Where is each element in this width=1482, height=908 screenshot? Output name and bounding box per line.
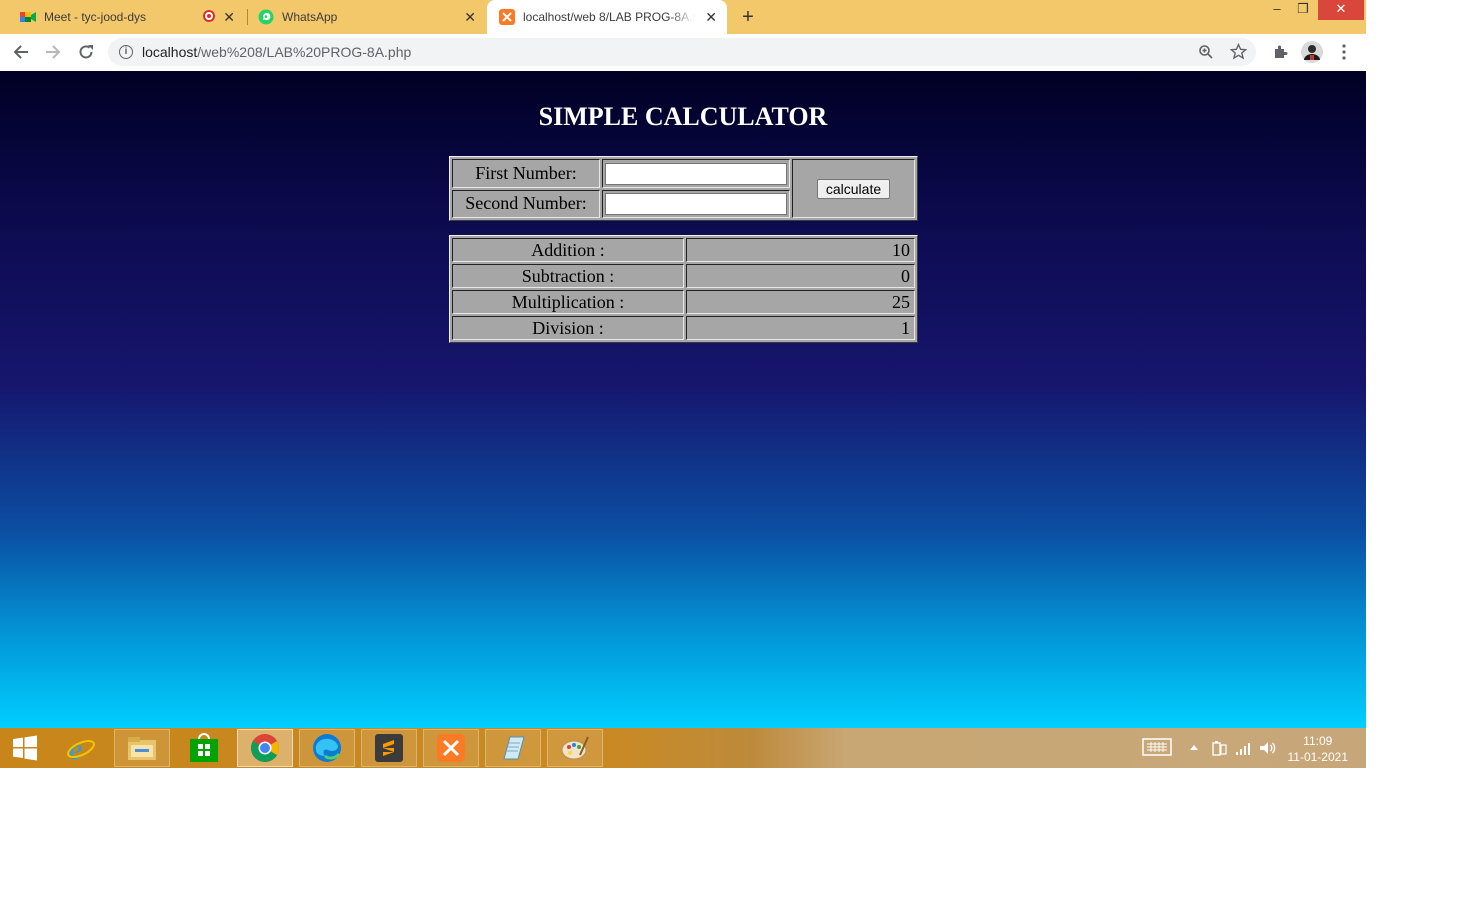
address-bar[interactable]: i localhost/web%208/LAB%20PROG-8A.php — [108, 38, 1256, 66]
taskbar: e 11:09 11-01-2021 — [0, 728, 1366, 768]
chevron-up-icon[interactable] — [1189, 740, 1199, 756]
close-icon[interactable]: ✕ — [464, 9, 476, 25]
page-title: SIMPLE CALCULATOR — [538, 102, 828, 131]
sublime-text-icon[interactable] — [361, 729, 417, 767]
back-arrow-icon[interactable] — [11, 42, 31, 62]
division-value: 1 — [686, 316, 915, 340]
results-table: Addition : 10 Subtraction : 0 Multiplica… — [449, 235, 918, 343]
clock-time: 11:09 — [1303, 734, 1333, 748]
menu-kebab-icon[interactable] — [1334, 42, 1354, 62]
url-host: localhost — [142, 44, 198, 60]
url-path: /web%208/LAB%20PROG-8A.php — [197, 44, 412, 60]
tab-whatsapp[interactable]: WhatsApp ✕ — [238, 0, 486, 34]
zoom-icon[interactable] — [1198, 44, 1214, 65]
extensions-icon[interactable] — [1270, 42, 1290, 62]
reload-icon[interactable] — [76, 42, 96, 62]
minimize-button[interactable]: – — [1264, 0, 1290, 20]
screen: Meet - tyc-jood-dys ✕ WhatsApp ✕ localho… — [0, 0, 1366, 768]
chrome-icon[interactable] — [237, 729, 293, 767]
bookmark-star-icon[interactable] — [1229, 42, 1248, 65]
result-row-subtraction: Subtraction : 0 — [452, 264, 915, 288]
whatsapp-icon — [258, 9, 274, 25]
result-row-addition: Addition : 10 — [452, 238, 915, 262]
tab-meet[interactable]: Meet - tyc-jood-dys ✕ — [0, 0, 245, 34]
tab-localhost[interactable]: localhost/web 8/LAB PROG-8A.php ✕ — [487, 0, 727, 34]
info-icon[interactable]: i — [119, 45, 133, 59]
clock[interactable]: 11:09 11-01-2021 — [1288, 733, 1349, 765]
start-icon[interactable] — [0, 729, 50, 767]
second-number-label: Second Number: — [452, 189, 600, 218]
google-meet-icon — [20, 9, 36, 25]
button-cell: calculate — [792, 159, 915, 218]
result-row-multiplication: Multiplication : 25 — [452, 290, 915, 314]
xampp-icon[interactable] — [423, 729, 479, 767]
subtraction-label: Subtraction : — [452, 264, 684, 288]
system-tray: 11:09 11-01-2021 — [1136, 728, 1366, 768]
second-number-cell — [602, 189, 790, 218]
file-explorer-icon[interactable] — [114, 729, 170, 767]
multiplication-value: 25 — [686, 290, 915, 314]
notepad-icon[interactable] — [485, 729, 541, 767]
paint-icon[interactable] — [547, 729, 603, 767]
calculate-button[interactable]: calculate — [816, 179, 891, 199]
window-close-button[interactable]: ✕ — [1318, 0, 1364, 20]
clock-date: 11-01-2021 — [1287, 750, 1349, 764]
page-viewport: SIMPLE CALCULATOR First Number: calculat… — [0, 71, 1366, 728]
new-tab-button[interactable]: + — [737, 6, 759, 28]
first-number-label: First Number: — [452, 159, 600, 188]
second-number-input[interactable] — [605, 193, 787, 215]
division-label: Division : — [452, 316, 684, 340]
subtraction-value: 0 — [686, 264, 915, 288]
tab-title: Meet - tyc-jood-dys — [44, 10, 147, 24]
internet-explorer-icon[interactable]: e — [53, 729, 109, 767]
tab-strip: Meet - tyc-jood-dys ✕ WhatsApp ✕ localho… — [0, 0, 1366, 34]
battery-icon[interactable] — [1211, 740, 1227, 756]
profile-avatar-icon[interactable] — [1301, 41, 1323, 63]
volume-icon[interactable] — [1259, 740, 1277, 756]
tab-title: localhost/web 8/LAB PROG-8A.php — [523, 10, 695, 24]
close-icon[interactable]: ✕ — [223, 9, 235, 25]
network-signal-icon[interactable] — [1235, 740, 1251, 756]
store-icon[interactable] — [176, 729, 232, 767]
keyboard-icon[interactable] — [1142, 738, 1172, 756]
url-text: localhost/web%208/LAB%20PROG-8A.php — [142, 44, 411, 60]
addition-value: 10 — [686, 238, 915, 262]
close-icon[interactable]: ✕ — [705, 9, 717, 25]
first-number-input[interactable] — [605, 162, 787, 185]
edge-icon[interactable] — [299, 729, 355, 767]
forward-arrow-icon[interactable] — [43, 42, 63, 62]
browser-toolbar: i localhost/web%208/LAB%20PROG-8A.php — [0, 34, 1366, 72]
xampp-icon — [499, 9, 515, 25]
first-number-cell — [602, 159, 790, 188]
tab-title: WhatsApp — [282, 10, 338, 24]
restore-button[interactable]: ❐ — [1290, 0, 1316, 20]
input-form-table: First Number: calculate Second Number: — [449, 156, 918, 221]
addition-label: Addition : — [452, 238, 684, 262]
result-row-division: Division : 1 — [452, 316, 915, 340]
multiplication-label: Multiplication : — [452, 290, 684, 314]
recording-icon — [203, 10, 215, 22]
